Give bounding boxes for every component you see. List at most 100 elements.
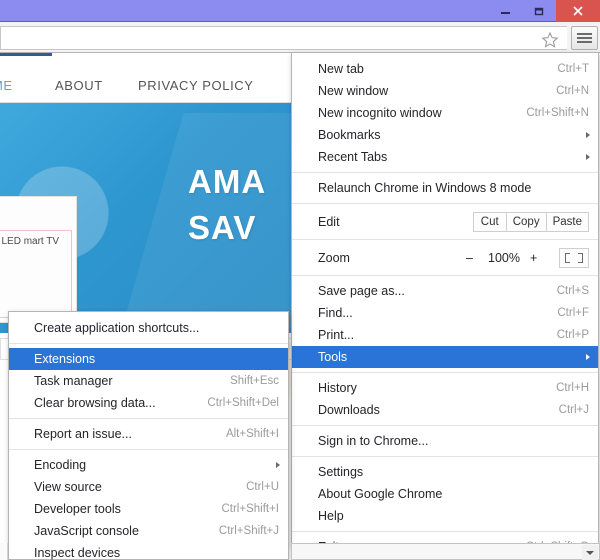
menu-item-relaunch-windows8-mode[interactable]: Relaunch Chrome in Windows 8 mode: [292, 177, 598, 199]
fullscreen-corner: [565, 257, 570, 263]
scroll-down-button[interactable]: [582, 545, 598, 560]
menu-separator: [292, 425, 598, 426]
fullscreen-icon[interactable]: [559, 247, 589, 268]
hamburger-line: [577, 33, 592, 35]
menu-item-label: New window: [318, 84, 389, 98]
menu-item-find[interactable]: Find... Ctrl+F: [292, 302, 598, 324]
copy-button[interactable]: Copy: [505, 211, 547, 232]
chevron-right-icon: [586, 132, 590, 138]
site-nav-about[interactable]: ABOUT: [55, 78, 103, 93]
close-button[interactable]: [556, 0, 600, 22]
site-nav-privacy-policy[interactable]: PRIVACY POLICY: [138, 78, 254, 93]
submenu-item-extensions[interactable]: Extensions: [9, 348, 288, 370]
menu-item-label: About Google Chrome: [318, 487, 443, 501]
menu-item-help[interactable]: Help: [292, 505, 598, 527]
menu-item-label: Recent Tabs: [318, 150, 388, 164]
menu-item-accelerator: Ctrl+S: [556, 285, 589, 297]
menu-item-label: Encoding: [34, 458, 87, 472]
menu-item-new-tab[interactable]: New tab Ctrl+T: [292, 58, 598, 80]
browser-window: ME ABOUT PRIVACY POLICY AMA SAV eals! ng…: [0, 0, 600, 560]
menu-item-label: Save page as...: [318, 284, 405, 298]
chevron-right-icon: [586, 154, 590, 160]
menu-item-accelerator: Ctrl+F: [557, 307, 589, 319]
chevron-down-icon: [586, 550, 594, 555]
submenu-item-task-manager[interactable]: Task manager Shift+Esc: [9, 370, 288, 392]
restore-button[interactable]: [522, 0, 556, 22]
menu-separator: [292, 531, 598, 532]
submenu-item-developer-tools[interactable]: Developer tools Ctrl+Shift+I: [9, 498, 288, 520]
zoom-control-group: – 100% +: [466, 251, 552, 265]
menu-item-label: Edit: [318, 214, 340, 229]
menu-separator: [292, 372, 598, 373]
menu-separator: [9, 418, 288, 419]
chrome-menu-button[interactable]: [571, 26, 598, 50]
submenu-item-clear-browsing-data[interactable]: Clear browsing data... Ctrl+Shift+Del: [9, 392, 288, 414]
menu-item-accelerator: Ctrl+Shift+Del: [207, 397, 279, 409]
site-nav-home[interactable]: ME: [0, 78, 13, 93]
menu-separator: [9, 449, 288, 450]
menu-item-print[interactable]: Print... Ctrl+P: [292, 324, 598, 346]
menu-separator: [292, 275, 598, 276]
zoom-out-button[interactable]: –: [466, 251, 488, 265]
menu-item-accelerator: Ctrl+H: [556, 382, 589, 394]
address-bar[interactable]: [0, 26, 567, 50]
menu-item-label: Extensions: [34, 352, 96, 366]
menu-row-edit: Edit Cut Copy Paste: [292, 208, 598, 235]
submenu-item-javascript-console[interactable]: JavaScript console Ctrl+Shift+J: [9, 520, 288, 542]
menu-item-label: Report an issue...: [34, 427, 132, 441]
site-header: ME ABOUT PRIVACY POLICY: [0, 53, 292, 103]
menu-item-label: Inspect devices: [34, 546, 121, 560]
menu-item-label: New incognito window: [318, 106, 442, 120]
menu-item-settings[interactable]: Settings: [292, 461, 598, 483]
submenu-item-encoding[interactable]: Encoding: [9, 454, 288, 476]
menu-item-sign-in-to-chrome[interactable]: Sign in to Chrome...: [292, 430, 598, 452]
ad-product-name: ng 40-inch LED mart TV -...: [0, 236, 60, 247]
fullscreen-corner: [578, 257, 583, 263]
menu-item-label: Settings: [318, 465, 364, 479]
chevron-right-icon: [276, 462, 280, 468]
horizontal-scrollbar[interactable]: [291, 543, 600, 560]
menu-item-label: Help: [318, 509, 344, 523]
menu-item-label: Create application shortcuts...: [34, 321, 200, 335]
menu-item-new-window[interactable]: New window Ctrl+N: [292, 80, 598, 102]
hamburger-line: [577, 41, 592, 43]
menu-item-label: Print...: [318, 328, 355, 342]
hamburger-line: [577, 37, 592, 39]
menu-item-accelerator: Ctrl+N: [556, 85, 589, 97]
submenu-item-inspect-devices[interactable]: Inspect devices: [9, 542, 288, 560]
hero-headline-line1: AMA: [188, 163, 267, 200]
advertisement-card[interactable]: eals! ng 40-inch LED mart TV -... 467.99…: [0, 196, 77, 323]
menu-separator: [292, 203, 598, 204]
menu-item-bookmarks[interactable]: Bookmarks: [292, 124, 598, 146]
menu-item-accelerator: Ctrl+Shift+J: [218, 525, 279, 537]
zoom-level-value: 100%: [488, 250, 520, 265]
menu-item-downloads[interactable]: Downloads Ctrl+J: [292, 399, 598, 421]
menu-separator: [292, 239, 598, 240]
menu-separator: [292, 456, 598, 457]
submenu-item-create-application-shortcuts[interactable]: Create application shortcuts...: [9, 317, 288, 339]
paste-button[interactable]: Paste: [545, 211, 589, 232]
menu-item-history[interactable]: History Ctrl+H: [292, 377, 598, 399]
bookmark-star-icon[interactable]: [541, 31, 559, 49]
menu-item-accelerator: Ctrl+Shift+N: [526, 107, 589, 119]
menu-item-label: Downloads: [318, 403, 380, 417]
menu-item-accelerator: Ctrl+P: [556, 329, 589, 341]
cut-button[interactable]: Cut: [472, 211, 507, 232]
submenu-item-report-an-issue[interactable]: Report an issue... Alt+Shift+I: [9, 423, 288, 445]
menu-item-new-incognito-window[interactable]: New incognito window Ctrl+Shift+N: [292, 102, 598, 124]
menu-item-tools[interactable]: Tools: [292, 346, 598, 368]
menu-item-accelerator: Alt+Shift+I: [225, 428, 279, 440]
menu-item-label: History: [318, 381, 357, 395]
submenu-item-view-source[interactable]: View source Ctrl+U: [9, 476, 288, 498]
menu-item-about-google-chrome[interactable]: About Google Chrome: [292, 483, 598, 505]
menu-item-save-page-as[interactable]: Save page as... Ctrl+S: [292, 280, 598, 302]
minimize-button[interactable]: [488, 0, 522, 22]
zoom-in-button[interactable]: +: [530, 251, 552, 265]
menu-item-label: Relaunch Chrome in Windows 8 mode: [318, 181, 532, 195]
menu-item-label: Clear browsing data...: [34, 396, 156, 410]
menu-item-recent-tabs[interactable]: Recent Tabs: [292, 146, 598, 168]
menu-separator: [292, 172, 598, 173]
menu-item-label: Find...: [318, 306, 353, 320]
site-accent-bar: [0, 53, 52, 56]
tools-submenu: Create application shortcuts... Extensio…: [8, 311, 289, 560]
